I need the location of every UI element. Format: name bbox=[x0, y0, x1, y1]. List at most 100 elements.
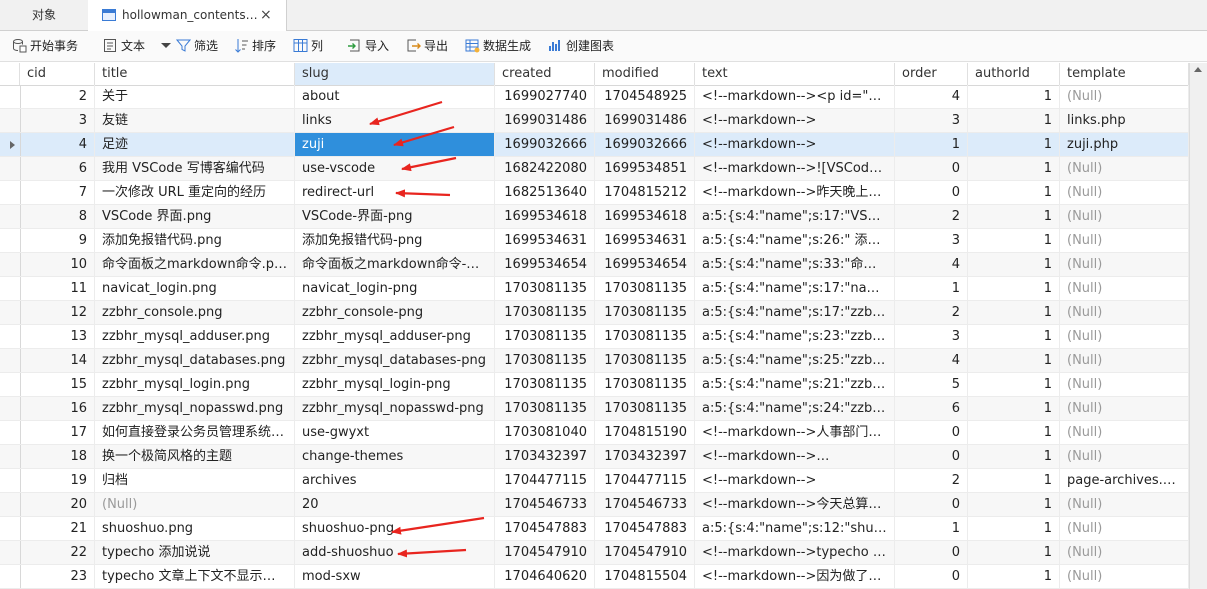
cell-created[interactable]: 1682422080 bbox=[495, 157, 595, 180]
table-row[interactable]: 21 shuoshuo.png shuoshuo-png 1704547883 1704… bbox=[0, 517, 1189, 541]
cell-title[interactable]: navicat_login.png bbox=[95, 277, 295, 300]
cell-title[interactable]: zzbhr_console.png bbox=[95, 301, 295, 324]
cell-order[interactable]: 1 bbox=[895, 133, 968, 156]
cell-text[interactable]: <!--markdown-->![VSCode界… bbox=[695, 157, 895, 180]
cell-title[interactable]: typecho 文章上下文不显示标… bbox=[95, 565, 295, 588]
row-marker[interactable] bbox=[0, 133, 21, 156]
cell-cid[interactable]: 3 bbox=[20, 109, 95, 132]
cell-template[interactable]: (Null) bbox=[1060, 541, 1189, 564]
cell-text[interactable]: a:5:{s:4:"name";s:21:"zzbhr_… bbox=[695, 373, 895, 396]
cell-authorid[interactable]: 1 bbox=[968, 133, 1060, 156]
cell-modified[interactable]: 1699534654 bbox=[595, 253, 695, 276]
cell-authorid[interactable]: 1 bbox=[968, 229, 1060, 252]
cell-created[interactable]: 1699534631 bbox=[495, 229, 595, 252]
header-col-order[interactable]: order bbox=[895, 63, 968, 85]
cell-order[interactable]: 0 bbox=[895, 421, 968, 444]
cell-slug[interactable]: about bbox=[295, 85, 495, 108]
cell-authorid[interactable]: 1 bbox=[968, 157, 1060, 180]
cell-slug[interactable]: add-shuoshuo bbox=[295, 541, 495, 564]
cell-template[interactable]: (Null) bbox=[1060, 397, 1189, 420]
cell-slug[interactable]: zzbhr_mysql_login-png bbox=[295, 373, 495, 396]
cell-authorid[interactable]: 1 bbox=[968, 445, 1060, 468]
cell-created[interactable]: 1704547883 bbox=[495, 517, 595, 540]
cell-order[interactable]: 1 bbox=[895, 277, 968, 300]
row-marker[interactable] bbox=[0, 541, 21, 564]
row-marker[interactable] bbox=[0, 445, 21, 468]
cell-text[interactable]: <!--markdown-->typecho 添… bbox=[695, 541, 895, 564]
tab-table[interactable]: hollowman_contents… × bbox=[88, 0, 287, 31]
cell-cid[interactable]: 9 bbox=[20, 229, 95, 252]
cell-template[interactable]: (Null) bbox=[1060, 301, 1189, 324]
cell-created[interactable]: 1699032666 bbox=[495, 133, 595, 156]
cell-created[interactable]: 1704546733 bbox=[495, 493, 595, 516]
table-row[interactable]: 8 VSCode 界面.png VSCode-界面-png 1699534618 169… bbox=[0, 205, 1189, 229]
cell-created[interactable]: 1699534654 bbox=[495, 253, 595, 276]
cell-slug[interactable]: 添加免报错代码-png bbox=[295, 229, 495, 252]
cell-authorid[interactable]: 1 bbox=[968, 493, 1060, 516]
cell-cid[interactable]: 14 bbox=[20, 349, 95, 372]
cell-modified[interactable]: 1699534851 bbox=[595, 157, 695, 180]
cell-title[interactable]: zzbhr_mysql_databases.png bbox=[95, 349, 295, 372]
cell-slug[interactable]: VSCode-界面-png bbox=[295, 205, 495, 228]
row-marker[interactable] bbox=[0, 85, 21, 108]
cell-text[interactable]: a:5:{s:4:"name";s:12:"shuos… bbox=[695, 517, 895, 540]
cell-order[interactable]: 4 bbox=[895, 349, 968, 372]
cell-text[interactable]: <!--markdown-->因为做了个… bbox=[695, 565, 895, 588]
cell-created[interactable]: 1703081135 bbox=[495, 301, 595, 324]
table-row[interactable]: 4 足迹 zuji 1699032666 1699032666 <!--markdown-… bbox=[0, 133, 1189, 157]
cell-slug[interactable]: use-gwyxt bbox=[295, 421, 495, 444]
cell-cid[interactable]: 4 bbox=[20, 133, 95, 156]
header-col-created[interactable]: created bbox=[495, 63, 595, 85]
cell-authorid[interactable]: 1 bbox=[968, 109, 1060, 132]
cell-modified[interactable]: 1704547883 bbox=[595, 517, 695, 540]
cell-order[interactable]: 5 bbox=[895, 373, 968, 396]
cell-created[interactable]: 1704547910 bbox=[495, 541, 595, 564]
cell-text[interactable]: a:5:{s:4:"name";s:33:"命令面… bbox=[695, 253, 895, 276]
cell-text[interactable]: a:5:{s:4:"name";s:25:"zzbhr_… bbox=[695, 349, 895, 372]
cell-title[interactable]: 归档 bbox=[95, 469, 295, 492]
cell-cid[interactable]: 7 bbox=[20, 181, 95, 204]
cell-order[interactable]: 0 bbox=[895, 541, 968, 564]
cell-title[interactable]: 关于 bbox=[95, 85, 295, 108]
table-row[interactable]: 10 命令面板之markdown命令.png 命令面板之markdown命令-png… bbox=[0, 253, 1189, 277]
cell-title[interactable]: zzbhr_mysql_login.png bbox=[95, 373, 295, 396]
cell-cid[interactable]: 19 bbox=[20, 469, 95, 492]
cell-template[interactable]: (Null) bbox=[1060, 157, 1189, 180]
cell-modified[interactable]: 1704815190 bbox=[595, 421, 695, 444]
cell-template[interactable]: (Null) bbox=[1060, 277, 1189, 300]
cell-created[interactable]: 1704640620 bbox=[495, 565, 595, 588]
cell-slug[interactable]: mod-sxw bbox=[295, 565, 495, 588]
cell-slug[interactable]: zuji bbox=[295, 133, 495, 156]
cell-template[interactable]: (Null) bbox=[1060, 325, 1189, 348]
cell-text[interactable]: a:5:{s:4:"name";s:24:"zzbhr_… bbox=[695, 397, 895, 420]
table-row[interactable]: 12 zzbhr_console.png zzbhr_console-png 1703… bbox=[0, 301, 1189, 325]
cell-created[interactable]: 1703081135 bbox=[495, 397, 595, 420]
cell-created[interactable]: 1703081040 bbox=[495, 421, 595, 444]
table-row[interactable]: 7 一次修改 URL 重定向的经历 redirect-url 1682513640 17… bbox=[0, 181, 1189, 205]
header-col-authorid[interactable]: authorId bbox=[968, 63, 1060, 85]
table-row[interactable]: 15 zzbhr_mysql_login.png zzbhr_mysql_login… bbox=[0, 373, 1189, 397]
cell-text[interactable]: a:5:{s:4:"name";s:17:"VSCod… bbox=[695, 205, 895, 228]
cell-template[interactable]: zuji.php bbox=[1060, 133, 1189, 156]
cell-cid[interactable]: 18 bbox=[20, 445, 95, 468]
cell-title[interactable]: VSCode 界面.png bbox=[95, 205, 295, 228]
cell-slug[interactable]: zzbhr_mysql_nopasswd-png bbox=[295, 397, 495, 420]
row-marker[interactable] bbox=[0, 253, 21, 276]
cell-text[interactable]: <!--markdown-->今天总算是… bbox=[695, 493, 895, 516]
data-grid[interactable]: cid title slug created modified text order auth… bbox=[0, 63, 1189, 589]
cell-title[interactable]: typecho 添加说说 bbox=[95, 541, 295, 564]
row-marker[interactable] bbox=[0, 565, 21, 588]
cell-template[interactable]: (Null) bbox=[1060, 181, 1189, 204]
cell-order[interactable]: 6 bbox=[895, 397, 968, 420]
cell-modified[interactable]: 1704815504 bbox=[595, 565, 695, 588]
cell-slug[interactable]: archives bbox=[295, 469, 495, 492]
cell-order[interactable]: 0 bbox=[895, 445, 968, 468]
cell-authorid[interactable]: 1 bbox=[968, 469, 1060, 492]
cell-title[interactable]: 我用 VSCode 写博客编代码 bbox=[95, 157, 295, 180]
row-marker[interactable] bbox=[0, 277, 21, 300]
cell-title[interactable]: shuoshuo.png bbox=[95, 517, 295, 540]
cell-created[interactable]: 1703081135 bbox=[495, 373, 595, 396]
cell-order[interactable]: 2 bbox=[895, 301, 968, 324]
cell-cid[interactable]: 17 bbox=[20, 421, 95, 444]
header-col-modified[interactable]: modified bbox=[595, 63, 695, 85]
